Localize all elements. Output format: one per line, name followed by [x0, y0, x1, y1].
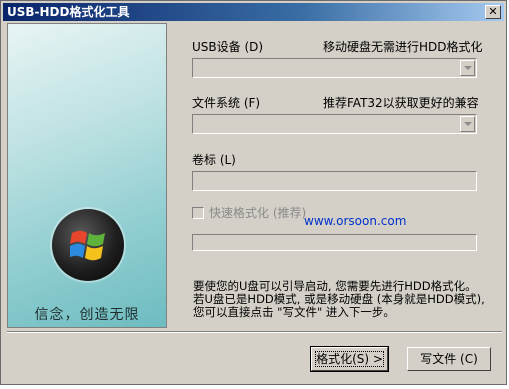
focus-rect — [315, 351, 384, 367]
dialog-window: USB-HDD格式化工具 ✕ 信念，创造无限 USB设备 (D) 移动硬盘无需进… — [0, 0, 507, 385]
close-icon: ✕ — [488, 5, 498, 18]
info-text: 要使您的U盘可以引导启动, 您需要先进行HDD格式化。 若U盘已是HDD模式, … — [193, 280, 485, 319]
close-button[interactable]: ✕ — [485, 5, 501, 19]
quick-format-label: 快速格式化 (推荐) — [209, 206, 307, 220]
watermark-text: www.orsoon.com — [304, 214, 407, 228]
format-progress-bar — [192, 234, 477, 251]
usb-device-label: USB设备 (D) — [192, 40, 264, 54]
footer-divider — [7, 331, 502, 333]
branding-panel: 信念，创造无限 — [7, 23, 167, 328]
write-files-button[interactable]: 写文件 (C) — [407, 347, 491, 371]
format-button[interactable]: 格式化(S) > — [310, 346, 389, 372]
volume-label: 卷标 (L) — [192, 153, 236, 167]
slogan-text: 信念，创造无限 — [34, 307, 140, 323]
chevron-down-icon[interactable] — [460, 116, 475, 132]
write-files-button-label: 写文件 (C) — [420, 352, 478, 366]
filesystem-hint: 推荐FAT32以获取更好的兼容 — [323, 96, 479, 110]
filesystem-label: 文件系统 (F) — [192, 96, 261, 110]
title-bar[interactable]: USB-HDD格式化工具 ✕ — [3, 3, 504, 21]
filesystem-select[interactable] — [192, 114, 477, 134]
volume-input[interactable] — [192, 171, 477, 191]
info-line-3: 您可以直接点击 "写文件" 进入下一步。 — [193, 305, 395, 319]
window-title: USB-HDD格式化工具 — [7, 5, 130, 19]
quick-format-checkbox[interactable] — [192, 207, 204, 219]
windows-flag-icon — [70, 230, 105, 261]
chevron-down-icon[interactable] — [460, 60, 475, 76]
usb-device-hint: 移动硬盘无需进行HDD格式化 — [323, 40, 483, 54]
usb-device-select[interactable] — [192, 58, 477, 78]
windows-logo-icon — [52, 209, 124, 281]
